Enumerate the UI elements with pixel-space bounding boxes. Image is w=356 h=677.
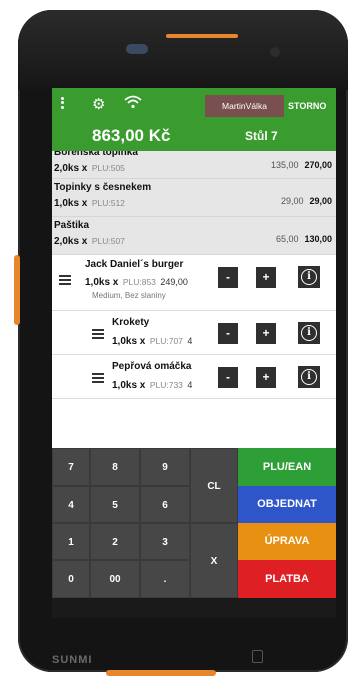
key-6[interactable]: 6 — [140, 486, 190, 523]
info-icon: i — [301, 269, 317, 285]
gear-icon[interactable]: ⚙ — [92, 95, 105, 113]
item-plu: PLU:707 — [149, 336, 183, 346]
item-plu: PLU:853 — [122, 277, 156, 287]
info-button[interactable]: i — [298, 322, 320, 344]
info-button[interactable]: i — [298, 366, 320, 388]
item-price: 4 — [187, 380, 193, 390]
item-name: Topinky s česnekem — [54, 182, 152, 193]
order-item[interactable]: Paštika 2,0ks x PLU:507 65,00 130,00 — [52, 217, 336, 255]
key-00[interactable]: 00 — [90, 560, 140, 598]
key-decimal[interactable]: . — [140, 560, 190, 598]
objednat-button[interactable]: OBJEDNAT — [238, 486, 336, 523]
item-name: Paštika — [54, 220, 90, 231]
header-bar: ⚙ MartinVálka STORNO 863,00 Kč Stůl 7 — [52, 88, 336, 152]
speaker-grille — [126, 44, 148, 54]
active-order-item[interactable]: Krokety 1,0ks x PLU:707 4 - + i — [52, 311, 336, 355]
plus-button[interactable]: + — [256, 323, 276, 344]
key-3[interactable]: 3 — [140, 523, 190, 560]
device-top-accent — [166, 34, 238, 38]
item-price: 4 — [187, 336, 193, 346]
pos-screen: ⚙ MartinVálka STORNO 863,00 Kč Stůl 7 Bo… — [52, 88, 336, 618]
item-total: 270,00 — [304, 160, 332, 170]
table-name: Stůl 7 — [245, 129, 278, 143]
side-button[interactable] — [14, 255, 20, 325]
item-qty: 1,0ks x — [54, 198, 88, 209]
info-icon: i — [301, 325, 317, 341]
uprava-button[interactable]: ÚPRAVA — [238, 523, 336, 560]
item-plu: PLU:505 — [91, 163, 125, 173]
item-prices: 135,00 270,00 — [271, 160, 332, 170]
device-brand-logo: SUNMI — [52, 654, 93, 666]
platba-button[interactable]: PLATBA — [238, 560, 336, 598]
key-9[interactable]: 9 — [140, 448, 190, 486]
item-prices: 65,00 130,00 — [276, 234, 332, 244]
order-item[interactable]: Topinky s česnekem 1,0ks x PLU:512 29,00… — [52, 179, 336, 217]
plu-ean-button[interactable]: PLU/EAN — [238, 448, 336, 486]
key-8[interactable]: 8 — [90, 448, 140, 486]
item-total: 29,00 — [309, 196, 332, 206]
item-total: 130,00 — [304, 234, 332, 244]
item-qty: 1,0ks x — [112, 336, 146, 347]
device-top-bezel — [18, 10, 348, 90]
order-item-list[interactable]: Bořenská topinka 2,0ks x PLU:505 135,00 2… — [52, 151, 336, 448]
drag-handle-icon[interactable] — [92, 327, 104, 341]
numeric-keypad: 7 8 9 4 5 6 1 2 3 0 00 . CL X PLU/EAN OB… — [52, 448, 336, 598]
screen-bottom-strip — [52, 598, 336, 618]
drag-handle-icon[interactable] — [92, 371, 104, 385]
item-plu: PLU:733 — [149, 380, 183, 390]
key-5[interactable]: 5 — [90, 486, 140, 523]
wifi-icon — [124, 95, 142, 113]
order-item[interactable]: Bořenská topinka 2,0ks x PLU:505 135,00 2… — [52, 151, 336, 179]
item-name: Jack Daniel´s burger — [85, 259, 184, 270]
minus-button[interactable]: - — [218, 323, 238, 344]
item-qty: 2,0ks x — [54, 163, 88, 174]
clear-button[interactable]: CL — [190, 448, 238, 523]
multiply-button[interactable]: X — [190, 523, 238, 598]
item-qty: 1,0ks x — [85, 277, 119, 288]
active-order-item[interactable]: Jack Daniel´s burger 1,0ks x PLU:853 249… — [52, 255, 336, 311]
key-0[interactable]: 0 — [52, 560, 90, 598]
item-qty: 2,0ks x — [54, 236, 88, 247]
item-unit-price: 65,00 — [275, 234, 299, 244]
item-name: Krokety — [112, 317, 150, 328]
item-name: Bořenská topinka — [54, 151, 138, 158]
info-icon: i — [301, 369, 317, 385]
home-icon[interactable] — [252, 650, 263, 663]
item-note: Medium, Bez slaniny — [92, 291, 166, 300]
plus-button[interactable]: + — [256, 267, 276, 288]
item-price: 249,00 — [160, 277, 188, 287]
front-camera — [270, 47, 280, 57]
active-order-item[interactable]: Pepřová omáčka 1,0ks x PLU:733 4 - + i — [52, 355, 336, 399]
item-plu: PLU:507 — [91, 236, 125, 246]
order-total: 863,00 Kč — [92, 126, 171, 145]
key-7[interactable]: 7 — [52, 448, 90, 486]
minus-button[interactable]: - — [218, 267, 238, 288]
item-name: Pepřová omáčka — [112, 361, 192, 372]
item-unit-price: 29,00 — [280, 196, 304, 206]
device-bottom-accent — [106, 670, 216, 676]
item-plu: PLU:512 — [91, 198, 125, 208]
menu-kebab-icon[interactable] — [61, 95, 67, 110]
storno-button[interactable]: STORNO — [288, 95, 326, 117]
user-button[interactable]: MartinVálka — [205, 95, 284, 117]
item-prices: 29,00 29,00 — [281, 196, 332, 206]
key-4[interactable]: 4 — [52, 486, 90, 523]
drag-handle-icon[interactable] — [59, 273, 71, 287]
info-button[interactable]: i — [298, 266, 320, 288]
item-qty: 1,0ks x — [112, 380, 146, 391]
key-1[interactable]: 1 — [52, 523, 90, 560]
plus-button[interactable]: + — [256, 367, 276, 388]
minus-button[interactable]: - — [218, 367, 238, 388]
item-unit-price: 135,00 — [270, 160, 299, 170]
key-2[interactable]: 2 — [90, 523, 140, 560]
